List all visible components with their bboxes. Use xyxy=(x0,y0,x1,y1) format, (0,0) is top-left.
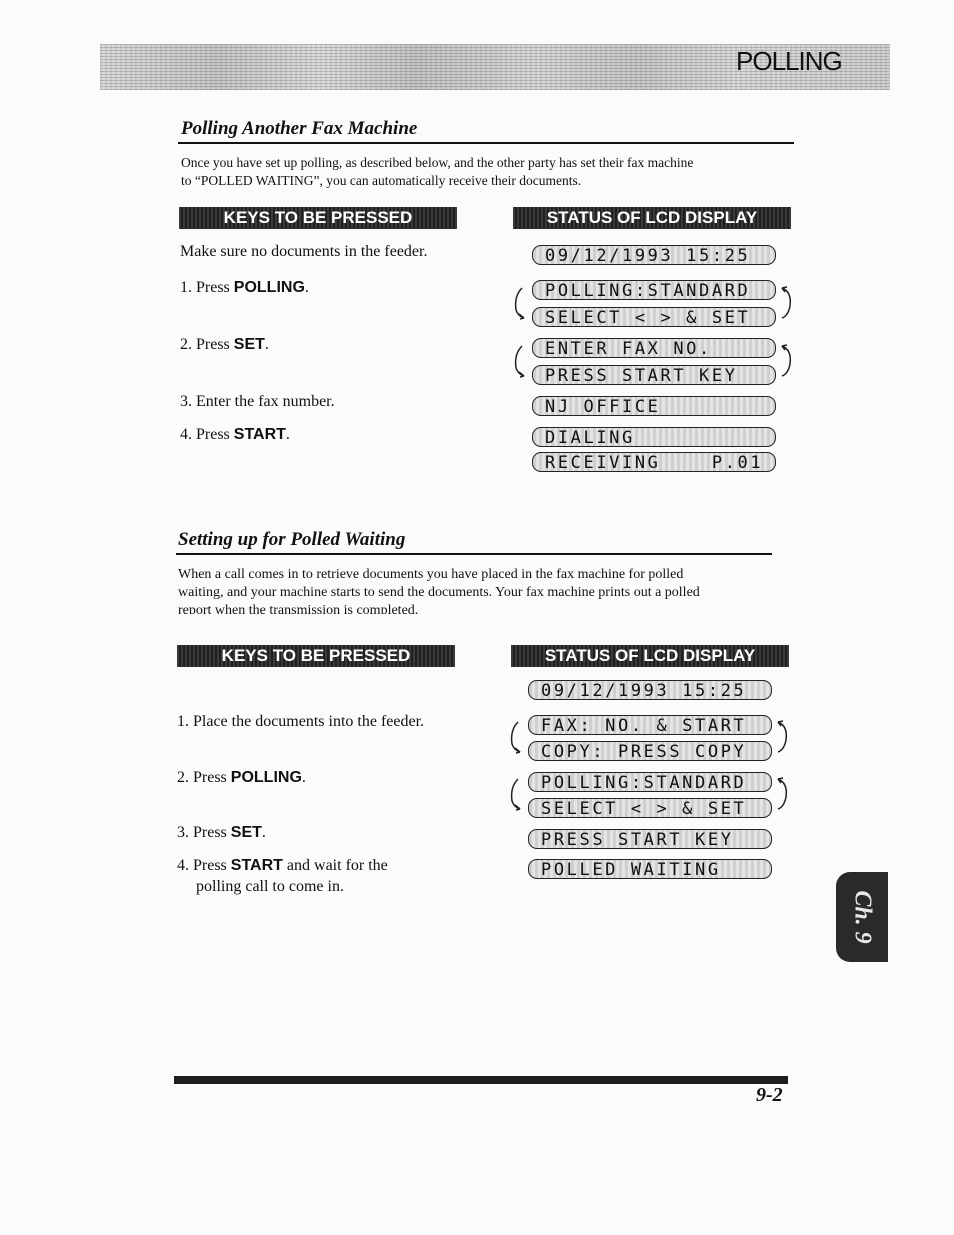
section1-intro-line1: Once you have set up polling, as describ… xyxy=(181,155,694,170)
chapter-tab[interactable]: Ch. 9 xyxy=(836,872,888,962)
chapter-tab-label: Ch. 9 xyxy=(849,890,876,944)
section-rule xyxy=(176,553,772,555)
footer-rule xyxy=(174,1076,788,1084)
key-start: START xyxy=(230,857,283,874)
s1-step-1: 1. Press POLLING. xyxy=(180,279,309,296)
pre-step-note: Make sure no documents in the feeder. xyxy=(180,243,428,260)
section-title-polling-another: Polling Another Fax Machine xyxy=(181,118,418,139)
keys-header: KEYS TO BE PRESSED xyxy=(179,207,457,229)
s1-step-3: 3. Enter the fax number. xyxy=(180,393,335,410)
lcd-screen: FAX: NO. & START xyxy=(528,715,772,736)
section1-intro-line2: to “POLLED WAITING”, you can automatical… xyxy=(181,173,582,188)
section2-intro-line2: waiting, and your machine starts to send… xyxy=(178,585,700,600)
s1-step-4: 4. Press START. xyxy=(180,426,290,443)
lcd-screen: POLLED WAITING xyxy=(528,859,772,880)
lcd-screen: SELECT < > & SET xyxy=(532,307,776,328)
cycle-arrow-right-icon xyxy=(781,344,792,377)
cycle-arrow-left-icon xyxy=(514,345,525,378)
lcd-screen: 09/12/1993 15:25 xyxy=(532,245,776,266)
page-header-title: POLLING xyxy=(736,46,843,76)
cycle-arrow-left-icon xyxy=(514,287,525,320)
s2-step-4: 4. Press START and wait for the xyxy=(177,857,388,874)
key-polling: POLLING xyxy=(230,769,302,786)
lcd-screen: 09/12/1993 15:25 xyxy=(528,680,772,701)
lcd-screen: NJ OFFICE xyxy=(532,396,776,417)
lcd-screen: RECEIVING P.01 xyxy=(532,452,776,473)
section2-intro-line1: When a call comes in to retrieve documen… xyxy=(178,567,684,582)
key-start: START xyxy=(233,426,286,443)
section-rule xyxy=(178,142,794,144)
cycle-arrow-right-icon xyxy=(777,720,788,753)
lcd-screen: DIALING xyxy=(532,427,776,448)
key-set: SET xyxy=(233,336,265,353)
s2-step-4-cont: polling call to come in. xyxy=(196,878,344,895)
cycle-arrow-right-icon xyxy=(777,777,788,810)
s1-step-2: 2. Press SET. xyxy=(180,336,269,353)
cycle-arrow-left-icon xyxy=(510,778,521,811)
s2-step-2: 2. Press POLLING. xyxy=(177,769,306,786)
lcd-screen: ENTER FAX NO. xyxy=(532,338,776,359)
section2-intro-line3: report when the transmission is complete… xyxy=(178,603,419,614)
lcd-screen: POLLING:STANDARD xyxy=(528,772,772,793)
keys-header: KEYS TO BE PRESSED xyxy=(177,645,455,667)
cycle-arrow-left-icon xyxy=(510,721,521,754)
page-number: 9-2 xyxy=(756,1084,783,1106)
lcd-screen: PRESS START KEY xyxy=(532,365,776,386)
key-polling: POLLING xyxy=(233,279,305,296)
s2-step-1: 1. Place the documents into the feeder. xyxy=(177,713,425,730)
lcd-header: STATUS OF LCD DISPLAY xyxy=(513,207,791,229)
cycle-arrow-right-icon xyxy=(781,286,792,319)
lcd-screen: COPY: PRESS COPY xyxy=(528,741,772,762)
lcd-screen: POLLING:STANDARD xyxy=(532,280,776,301)
lcd-screen: SELECT < > & SET xyxy=(528,798,772,819)
lcd-screen: PRESS START KEY xyxy=(528,829,772,850)
key-set: SET xyxy=(230,824,262,841)
section-title-polled-waiting: Setting up for Polled Waiting xyxy=(178,529,406,550)
s2-step-3: 3. Press SET. xyxy=(177,824,266,841)
lcd-header: STATUS OF LCD DISPLAY xyxy=(511,645,789,667)
